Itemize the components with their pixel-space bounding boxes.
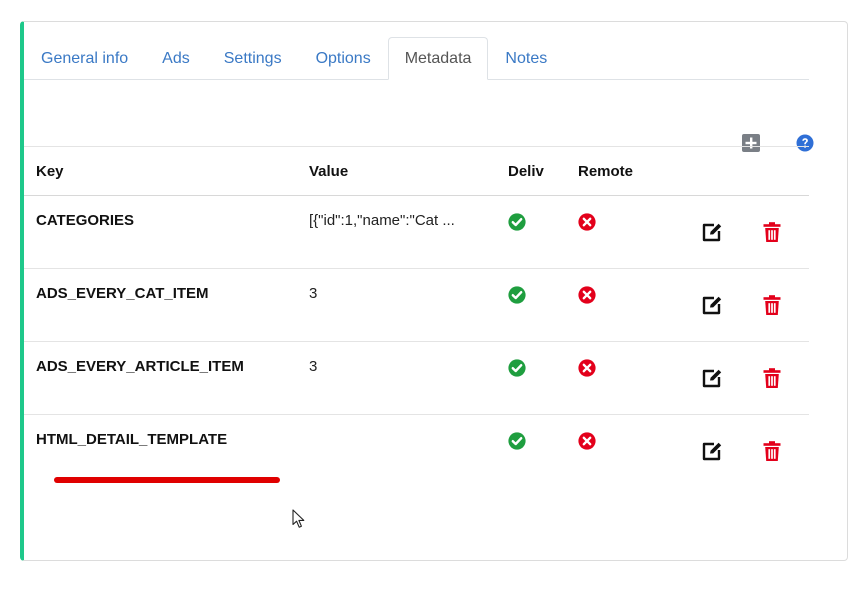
check-circle-icon xyxy=(508,432,526,450)
tab-general-info[interactable]: General info xyxy=(24,37,145,80)
row-key: CATEGORIES xyxy=(36,212,135,229)
row-value: 3 xyxy=(309,358,318,375)
column-header-remote: Remote xyxy=(578,163,634,180)
check-circle-icon xyxy=(508,359,526,377)
trash-icon[interactable] xyxy=(761,294,783,316)
row-key: HTML_DETAIL_TEMPLATE xyxy=(36,431,228,448)
row-value: [{"id":1,"name":"Cat ... xyxy=(309,212,455,229)
tab-settings[interactable]: Settings xyxy=(207,37,299,80)
table-row: CATEGORIES [{"id":1,"name":"Cat ... xyxy=(24,196,809,268)
red-annotation-underline xyxy=(54,477,280,483)
trash-icon[interactable] xyxy=(761,440,783,462)
check-circle-icon xyxy=(508,213,526,231)
column-header-value: Value xyxy=(309,163,349,180)
edit-icon[interactable] xyxy=(701,367,723,389)
column-header-deliv: Deliv xyxy=(508,163,544,180)
table-row: ADS_EVERY_ARTICLE_ITEM 3 xyxy=(24,341,809,414)
table-row: ADS_EVERY_CAT_ITEM 3 xyxy=(24,268,809,341)
row-value: 3 xyxy=(309,285,318,302)
times-circle-icon xyxy=(578,432,596,450)
trash-icon[interactable] xyxy=(761,367,783,389)
tab-ads[interactable]: Ads xyxy=(145,37,207,80)
times-circle-icon xyxy=(578,213,596,231)
tab-notes[interactable]: Notes xyxy=(488,37,564,80)
row-key: ADS_EVERY_CAT_ITEM xyxy=(36,285,209,302)
metadata-table: Key Value Deliv Remote CATEGORIES [{"id":… xyxy=(24,146,809,487)
edit-icon[interactable] xyxy=(701,221,723,243)
times-circle-icon xyxy=(578,359,596,377)
times-circle-icon xyxy=(578,286,596,304)
edit-icon[interactable] xyxy=(701,294,723,316)
table-header-row: Key Value Deliv Remote xyxy=(24,146,809,196)
tab-bar: General info Ads Settings Options Metada… xyxy=(24,37,809,80)
row-key: ADS_EVERY_ARTICLE_ITEM xyxy=(36,358,244,375)
tab-options[interactable]: Options xyxy=(299,37,388,80)
mouse-cursor-icon xyxy=(292,509,305,528)
tab-metadata[interactable]: Metadata xyxy=(387,37,489,80)
trash-icon[interactable] xyxy=(761,221,783,243)
check-circle-icon xyxy=(508,286,526,304)
edit-icon[interactable] xyxy=(701,440,723,462)
column-header-key: Key xyxy=(36,163,64,180)
